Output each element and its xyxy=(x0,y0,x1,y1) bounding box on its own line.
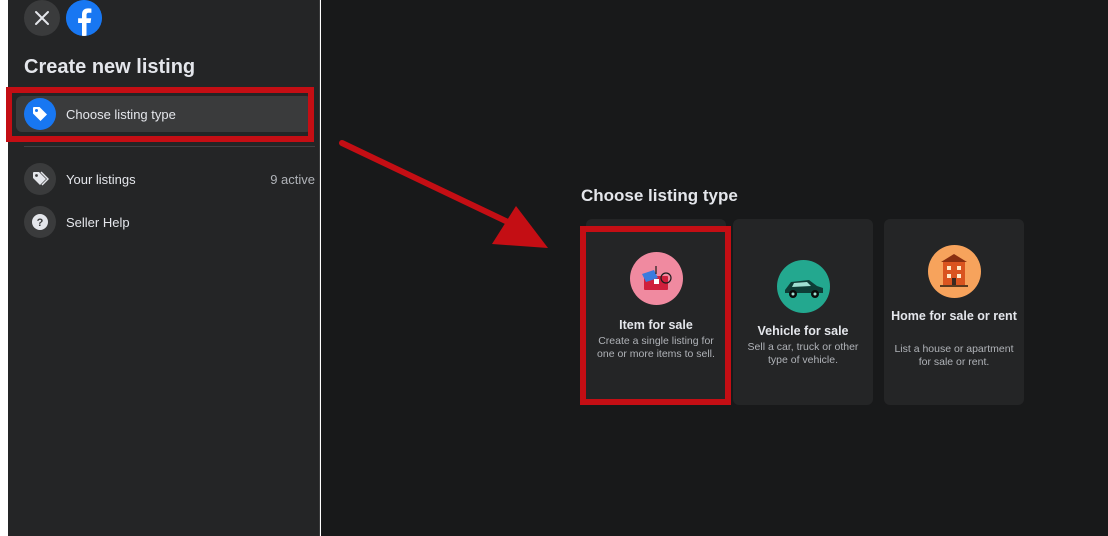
annotation-arrow xyxy=(339,140,548,248)
